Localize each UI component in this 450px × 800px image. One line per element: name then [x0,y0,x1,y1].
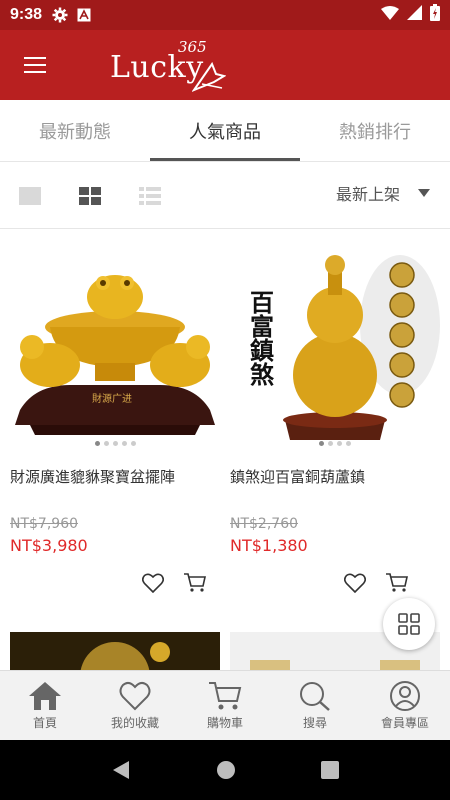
product-image[interactable]: 百富鎮煞 [230,235,440,450]
nav-search-label: 搜尋 [302,715,327,730]
product-image-partial[interactable] [10,632,220,670]
carousel-dots [10,441,220,446]
sort-dropdown[interactable]: 最新上架 [336,181,430,205]
tab-bar: 最新動態 人氣商品 熱銷排行 [0,100,450,162]
heart-icon [343,573,367,594]
product-card[interactable]: 百富鎮煞 鎮煞迎百富銅葫蘆鎮 NT$2,760 NT$1,380 [230,235,440,597]
add-to-cart-button[interactable] [184,573,206,597]
product-image[interactable]: 財源广进 [10,235,220,450]
grid-view-button[interactable] [60,176,120,216]
nav-member-label: 會員專區 [380,715,429,730]
tab-latest-news[interactable]: 最新動態 [0,100,150,161]
heart-icon [119,681,151,710]
status-time: 9:38 [10,6,43,23]
search-icon [300,681,330,711]
gold-pixiu-treasure-bowl-image: 財源广进 [10,235,220,450]
nav-cart-label: 購物車 [206,715,243,730]
nav-favorites-label: 我的收藏 [110,715,159,730]
gold-coin-image [80,642,170,670]
heart-icon [141,573,165,594]
logo-star-icon [192,62,226,92]
gear-icon [52,7,68,23]
status-bar: 9:38 [0,0,450,30]
cart-icon [386,573,408,592]
cart-icon [209,681,242,709]
apps-grid-icon [398,613,420,635]
product-card[interactable]: 財源广进 財源廣進貔貅聚寶盆擺陣 NT$7,960 NT$3,980 [10,235,220,597]
add-to-cart-button[interactable] [386,573,408,597]
original-price: NT$7,960 [10,516,79,532]
tab-popular-products[interactable]: 人氣商品 [150,100,300,161]
original-price: NT$2,760 [230,516,299,532]
wifi-icon [381,5,399,25]
app-bar: 365 Lucky [0,30,450,100]
bottom-nav: 首頁 我的收藏 購物車 搜尋 會員專區 [0,670,450,740]
single-view-icon [19,186,41,205]
nav-search[interactable]: 搜尋 [270,671,360,740]
caret-down-icon [418,189,430,197]
nav-favorites[interactable]: 我的收藏 [90,671,180,740]
image-inscription: 財源广进 [92,392,132,405]
brand-name: Lucky [110,50,204,85]
back-icon[interactable] [111,760,131,780]
a-badge-icon [76,7,92,23]
sale-price: NT$1,380 [230,536,308,555]
calligraphy-chars: 百富鎮煞 [246,290,275,387]
nav-member[interactable]: 會員專區 [360,671,450,740]
signal-icon [407,5,422,25]
view-toolbar: 最新上架 [0,163,450,229]
home-icon [29,681,61,710]
brand-logo[interactable]: 365 Lucky [110,38,226,94]
nav-home-label: 首頁 [32,715,57,730]
system-nav-bar [0,740,450,800]
home-circle-icon[interactable] [216,760,236,780]
single-view-button[interactable] [0,176,60,216]
nav-home[interactable]: 首頁 [0,671,90,740]
battery-icon [430,4,440,26]
sort-label: 最新上架 [335,185,400,204]
gold-gourd-image: 百富鎮煞 [230,235,440,450]
list-view-button[interactable] [120,176,180,216]
user-icon [390,680,420,711]
recents-icon[interactable] [321,761,339,779]
calligraphy-text: 百富鎮煞 [246,290,275,387]
quick-menu-button[interactable] [383,598,435,650]
sale-price: NT$3,980 [10,536,88,555]
favorite-button[interactable] [141,573,165,597]
product-name[interactable]: 財源廣進貔貅聚寶盆擺陣 [10,466,220,506]
product-name[interactable]: 鎮煞迎百富銅葫蘆鎮 [230,466,440,506]
tab-best-sellers[interactable]: 熱銷排行 [300,100,450,161]
list-view-icon [139,186,161,205]
hamburger-icon [24,57,46,73]
product-grid: 財源广进 財源廣進貔貅聚寶盆擺陣 NT$7,960 NT$3,980 百富鎮煞 [0,230,450,670]
nav-cart[interactable]: 購物車 [180,671,270,740]
cart-icon [184,573,206,592]
menu-button[interactable] [0,30,70,100]
favorite-button[interactable] [343,573,367,597]
carousel-dots [230,441,440,446]
grid-view-icon [79,186,101,205]
